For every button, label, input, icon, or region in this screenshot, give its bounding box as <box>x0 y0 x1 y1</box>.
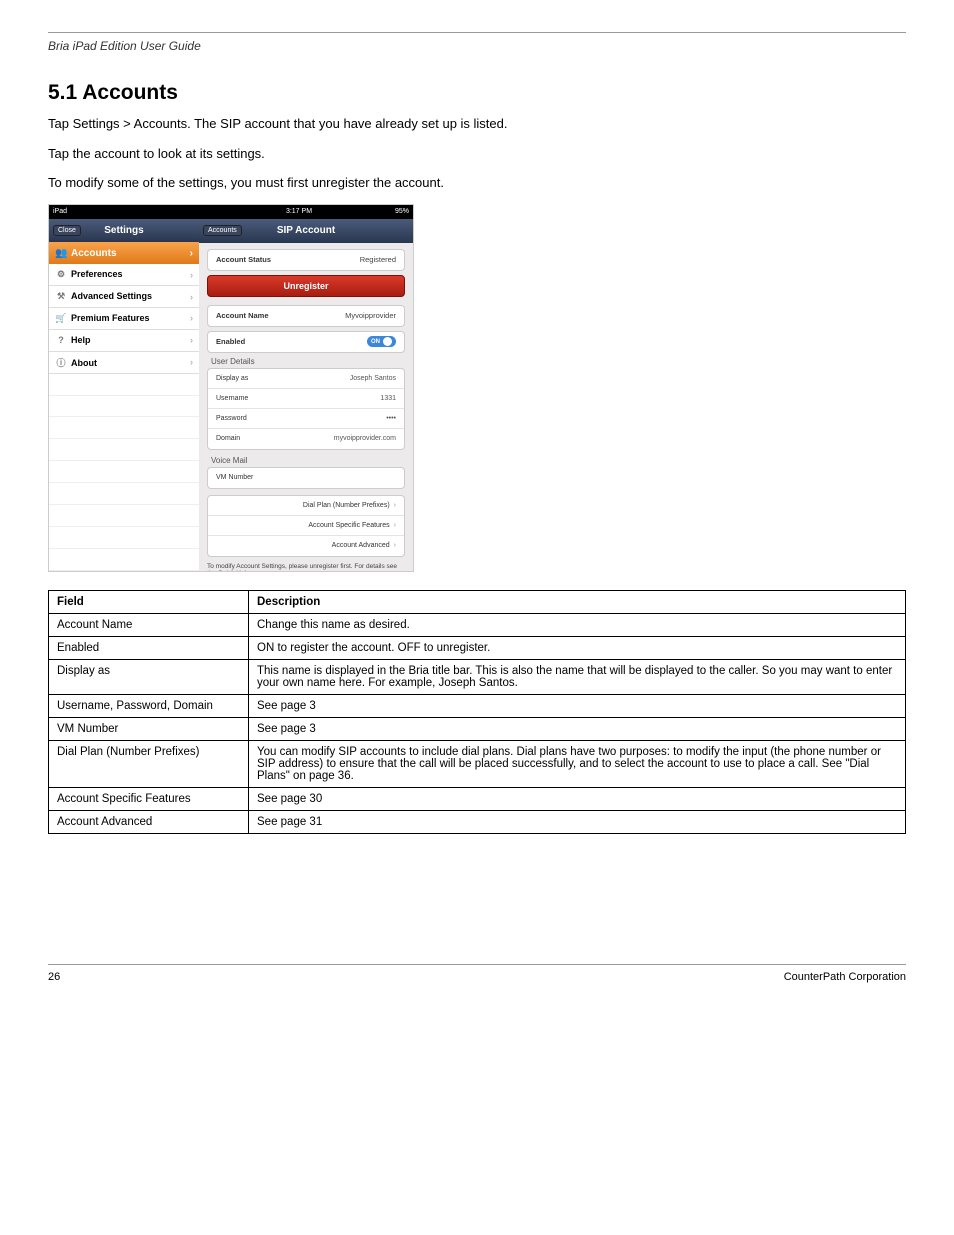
voice-mail-label: Voice Mail <box>211 456 405 465</box>
chevron-right-icon: › <box>190 292 193 302</box>
domain-row[interactable]: Domainmyvoipprovider.com <box>208 429 404 449</box>
user-details-group: Display asJoseph Santos Username1331 Pas… <box>207 368 405 450</box>
chevron-right-icon: › <box>394 542 396 549</box>
sidebar-item-advanced[interactable]: ⚒Advanced Settings› <box>49 286 199 308</box>
chevron-right-icon: › <box>190 335 193 345</box>
accounts-icon: 👥 <box>55 248 67 259</box>
sidebar-item-premium[interactable]: 🛒Premium Features› <box>49 308 199 330</box>
chevron-right-icon: › <box>190 248 193 259</box>
sip-account-title: SIP Account <box>199 225 413 236</box>
vm-number-row[interactable]: VM Number <box>208 468 404 488</box>
sidebar-item-preferences[interactable]: ⚙Preferences› <box>49 264 199 286</box>
th-field: Field <box>49 590 249 613</box>
running-header: Bria iPad Edition User Guide <box>48 39 906 53</box>
modify-footnote: To modify Account Settings, please unreg… <box>207 563 405 571</box>
intro-paragraph-3: To modify some of the settings, you must… <box>48 174 906 192</box>
chevron-right-icon: › <box>394 522 396 529</box>
password-row[interactable]: Password•••• <box>208 409 404 429</box>
table-row: Account AdvancedSee page 31 <box>49 810 906 833</box>
sidebar-item-accounts[interactable]: 👥Accounts › <box>49 242 199 264</box>
dial-plan-link[interactable]: Dial Plan (Number Prefixes)› <box>208 496 404 516</box>
page-number: 26 <box>48 971 60 983</box>
voice-mail-group: VM Number <box>207 467 405 489</box>
status-battery: 95% <box>395 208 409 215</box>
footer-company: CounterPath Corporation <box>784 971 906 983</box>
status-time: 3:17 PM <box>286 208 312 215</box>
help-icon: ? <box>55 335 67 345</box>
fields-table: Field Description Account NameChange thi… <box>48 590 906 834</box>
about-icon: ⓘ <box>55 356 67 369</box>
screenshot-ipad-settings: iPad Close Settings 👥Accounts › ⚙Prefere… <box>48 204 414 572</box>
enabled-row[interactable]: Enabled ON <box>207 331 405 353</box>
intro-paragraph-2: Tap the account to look at its settings. <box>48 145 906 163</box>
sidebar-item-about[interactable]: ⓘAbout› <box>49 352 199 374</box>
enabled-toggle[interactable]: ON <box>367 336 396 347</box>
account-name-row[interactable]: Account Name Myvoipprovider <box>207 305 405 327</box>
preferences-icon: ⚙ <box>55 269 67 280</box>
account-status-row: Account Status Registered <box>207 249 405 271</box>
sidebar-item-help[interactable]: ?Help› <box>49 330 199 352</box>
links-group: Dial Plan (Number Prefixes)› Account Spe… <box>207 495 405 557</box>
table-row: Dial Plan (Number Prefixes)You can modif… <box>49 740 906 787</box>
status-device: iPad <box>53 208 67 215</box>
intro-paragraph-1: Tap Settings > Accounts. The SIP account… <box>48 115 906 133</box>
settings-title: Settings <box>49 225 199 236</box>
table-row: Username, Password, DomainSee page 3 <box>49 694 906 717</box>
th-description: Description <box>249 590 906 613</box>
table-row: Account Specific FeaturesSee page 30 <box>49 787 906 810</box>
table-row: EnabledON to register the account. OFF t… <box>49 636 906 659</box>
unregister-button[interactable]: Unregister <box>207 275 405 297</box>
chevron-right-icon: › <box>190 270 193 280</box>
user-details-label: User Details <box>211 357 405 366</box>
table-row: Display asThis name is displayed in the … <box>49 659 906 694</box>
display-as-row[interactable]: Display asJoseph Santos <box>208 369 404 389</box>
section-heading: 5.1 Accounts <box>48 81 906 105</box>
table-row: Account NameChange this name as desired. <box>49 613 906 636</box>
chevron-right-icon: › <box>190 357 193 367</box>
account-advanced-link[interactable]: Account Advanced› <box>208 536 404 556</box>
username-row[interactable]: Username1331 <box>208 389 404 409</box>
chevron-right-icon: › <box>190 313 193 323</box>
table-row: VM NumberSee page 3 <box>49 717 906 740</box>
chevron-right-icon: › <box>394 502 396 509</box>
advanced-icon: ⚒ <box>55 291 67 302</box>
premium-icon: 🛒 <box>55 313 67 324</box>
account-features-link[interactable]: Account Specific Features› <box>208 516 404 536</box>
